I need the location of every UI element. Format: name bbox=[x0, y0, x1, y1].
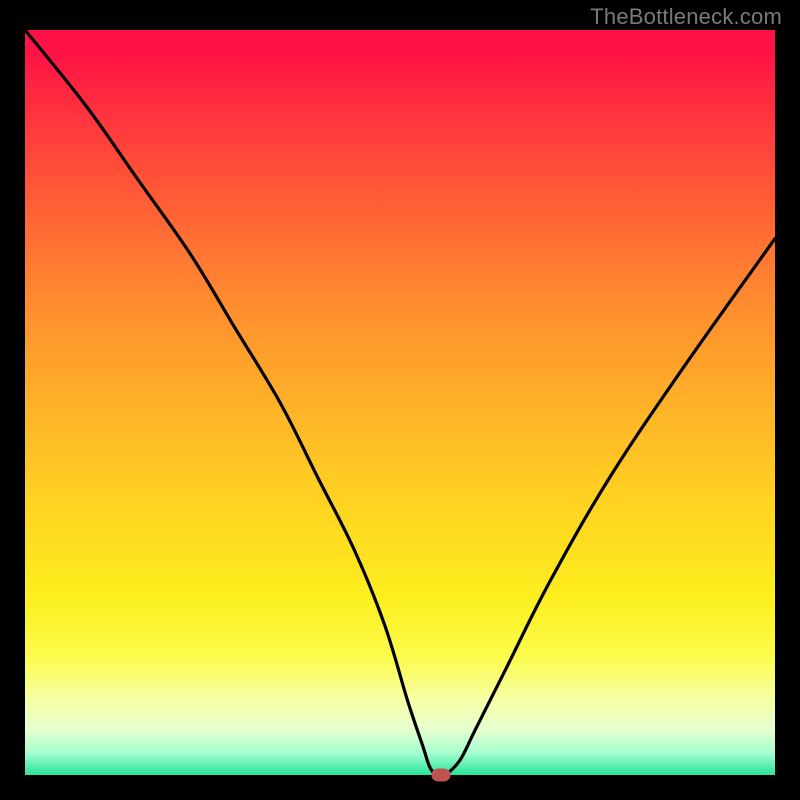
plot-area bbox=[25, 30, 775, 775]
bottleneck-curve bbox=[25, 30, 775, 775]
chart-frame: TheBottleneck.com bbox=[0, 0, 800, 800]
attribution-label: TheBottleneck.com bbox=[590, 4, 782, 30]
optimal-point-marker bbox=[432, 769, 451, 782]
